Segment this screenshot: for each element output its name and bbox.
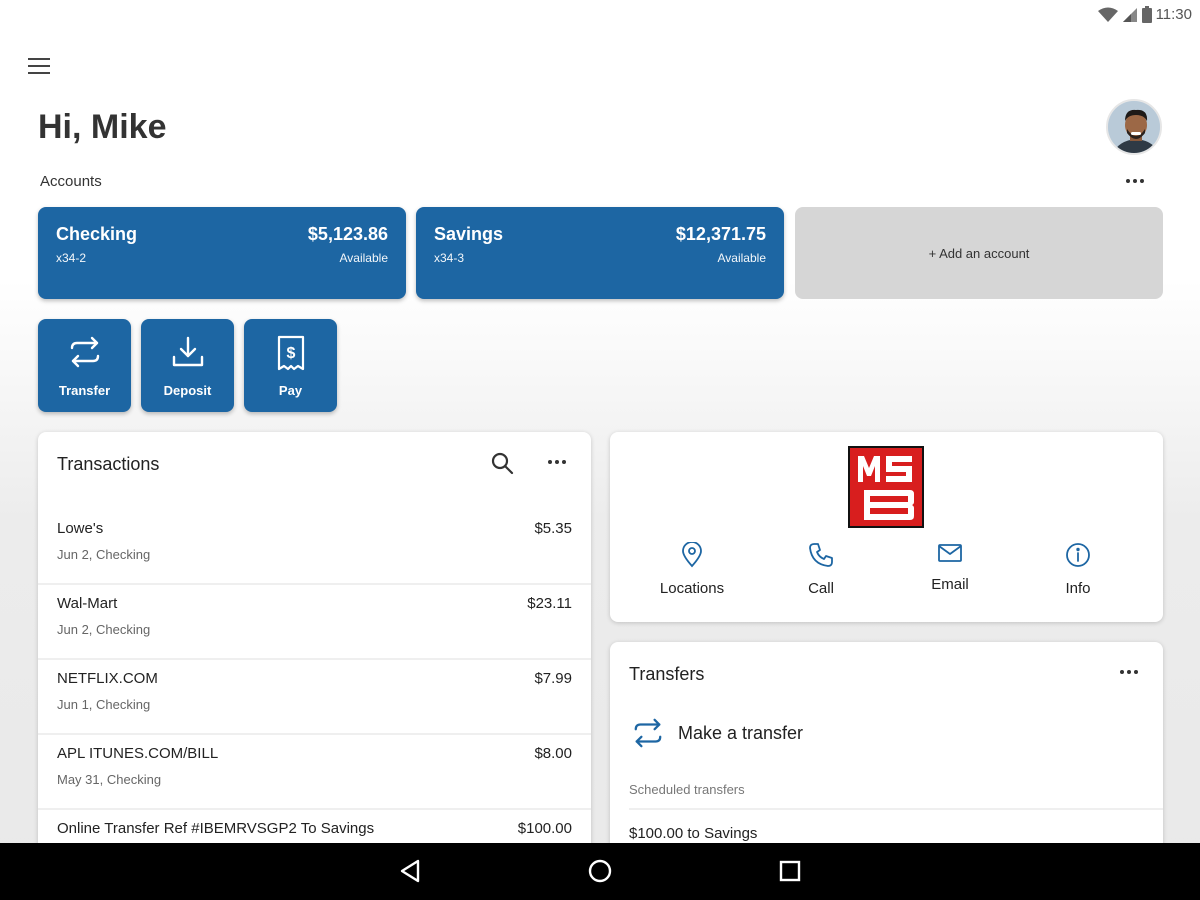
bank-logo <box>848 446 924 528</box>
transfers-panel: Transfers Make a transfer Scheduled tran… <box>610 642 1163 862</box>
transaction-merchant: Wal-Mart <box>57 595 118 612</box>
transactions-title: Transactions <box>57 454 160 474</box>
transaction-row[interactable]: NETFLIX.COM Jun 1, Checking $7.99 <box>38 660 591 735</box>
transaction-detail: Jun 1, Checking <box>57 697 151 712</box>
info-icon <box>1066 543 1090 567</box>
account-name: Savings <box>434 224 504 244</box>
transfer-label: Transfer <box>58 383 111 398</box>
transaction-merchant: Online Transfer Ref #IBEMRVSGP2 To Savin… <box>57 820 375 837</box>
svg-text:$: $ <box>286 345 295 362</box>
transfer-arrows-icon <box>634 718 662 748</box>
pay-label: Pay <box>278 383 303 398</box>
bill-receipt-icon: $ <box>277 335 304 371</box>
deposit-label: Deposit <box>163 383 212 398</box>
accounts-more-icon[interactable] <box>1126 179 1144 183</box>
pay-button[interactable]: $ Pay <box>244 319 337 412</box>
locations-label: Locations <box>659 580 725 597</box>
transaction-merchant: Lowe's <box>57 520 104 537</box>
transaction-amount: $100.00 <box>517 820 572 837</box>
transfer-button[interactable]: Transfer <box>38 319 131 412</box>
transaction-row[interactable]: Wal-Mart Jun 2, Checking $23.11 <box>38 585 591 660</box>
home-circle-icon[interactable] <box>586 857 614 890</box>
transfers-title: Transfers <box>629 664 705 684</box>
transaction-amount: $8.00 <box>534 745 572 762</box>
system-nav-bar <box>0 843 1200 900</box>
back-triangle-icon[interactable] <box>398 857 422 890</box>
account-balance-label: Available <box>717 251 766 265</box>
make-transfer-label: Make a transfer <box>678 722 804 743</box>
scheduled-transfer-item[interactable]: $100.00 to Savings <box>629 825 757 842</box>
email-icon <box>938 544 962 562</box>
locations-button[interactable]: Locations <box>642 542 742 597</box>
search-icon[interactable] <box>490 451 514 480</box>
greeting-title: Hi, Mike <box>38 108 167 146</box>
info-button[interactable]: Info <box>1028 542 1128 597</box>
deposit-button[interactable]: Deposit <box>141 319 234 412</box>
battery-icon <box>1141 6 1152 23</box>
transaction-row[interactable]: Lowe's Jun 2, Checking $5.35 <box>38 510 591 585</box>
info-label: Info <box>1065 580 1091 597</box>
account-balance-label: Available <box>339 251 388 265</box>
email-button[interactable]: Email <box>900 542 1000 593</box>
account-number: x34-3 <box>434 251 465 265</box>
account-card-checking[interactable]: Checking x34-2 $5,123.86 Available <box>38 207 406 299</box>
status-time: 11:30 <box>1155 6 1192 23</box>
wifi-icon <box>1097 7 1118 22</box>
call-button[interactable]: Call <box>771 542 871 597</box>
scheduled-transfers-label: Scheduled transfers <box>629 782 745 797</box>
transaction-detail: May 31, Checking <box>57 772 162 787</box>
transfers-more-icon[interactable] <box>1120 670 1138 674</box>
account-balance: $5,123.86 <box>307 224 388 244</box>
transaction-detail: Jun 2, Checking <box>57 547 151 562</box>
account-card-savings[interactable]: Savings x34-3 $12,371.75 Available <box>416 207 784 299</box>
transaction-amount: $7.99 <box>534 670 572 687</box>
status-icons: 11:30 <box>1097 6 1192 23</box>
transactions-panel: Transactions Lowe's Jun 2, Checking $5.3… <box>38 432 591 852</box>
divider <box>629 808 1163 810</box>
call-label: Call <box>808 580 834 597</box>
transaction-amount: $5.35 <box>534 520 572 537</box>
recents-square-icon[interactable] <box>777 857 803 890</box>
deposit-download-icon <box>172 336 203 367</box>
accounts-label: Accounts <box>40 173 102 190</box>
cell-signal-icon <box>1122 7 1137 22</box>
account-name: Checking <box>56 224 138 244</box>
transaction-amount: $23.11 <box>527 595 572 612</box>
transaction-merchant: NETFLIX.COM <box>57 670 158 687</box>
account-balance: $12,371.75 <box>675 224 766 244</box>
avatar-image <box>1108 101 1160 153</box>
make-transfer-button[interactable]: Make a transfer <box>632 716 803 750</box>
status-bar: 11:30 <box>0 0 1200 34</box>
transfer-arrows-icon <box>70 336 99 368</box>
transaction-detail: Jun 2, Checking <box>57 622 151 637</box>
location-pin-icon <box>682 542 702 568</box>
account-number: x34-2 <box>56 251 87 265</box>
bank-contact-panel: Locations Call Email Info <box>610 432 1163 622</box>
transactions-more-icon[interactable] <box>548 460 566 464</box>
transaction-row[interactable]: APL ITUNES.COM/BILL May 31, Checking $8.… <box>38 735 591 810</box>
hamburger-menu-icon[interactable] <box>28 52 58 80</box>
add-account-button[interactable]: + Add an account <box>795 207 1163 299</box>
transaction-merchant: APL ITUNES.COM/BILL <box>57 745 219 762</box>
email-label: Email <box>931 576 969 593</box>
phone-icon <box>809 543 833 567</box>
user-avatar[interactable] <box>1106 99 1162 155</box>
